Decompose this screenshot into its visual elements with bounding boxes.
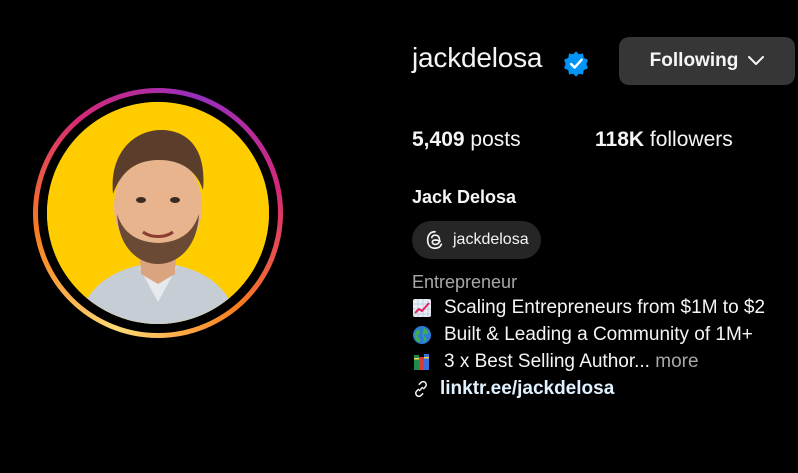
threads-link-pill[interactable]: jackdelosa	[412, 221, 541, 259]
story-ring-gap	[38, 93, 278, 333]
bio-line: Built & Leading a Community of 1M+	[412, 324, 753, 346]
followers-count: 118K	[595, 128, 645, 151]
bio-line: Scaling Entrepreneurs from $1M to $2	[412, 297, 765, 319]
avatar-photo	[47, 102, 269, 324]
username: jackdelosa	[412, 42, 543, 73]
posts-stat: 5,409 posts	[412, 128, 521, 152]
more-button[interactable]: more	[650, 351, 698, 372]
bio-line: 3 x Best Selling Author... more	[412, 351, 699, 373]
bio-line-text: 3 x Best Selling Author... more	[444, 351, 699, 373]
full-name: Jack Delosa	[412, 187, 517, 207]
external-link[interactable]: linktr.ee/jackdelosa	[412, 378, 614, 400]
following-button-label: Following	[649, 50, 739, 71]
chevron-down-icon	[748, 56, 765, 65]
followers-stat[interactable]: 118K followers	[595, 128, 733, 152]
posts-count: 5,409	[412, 128, 465, 151]
bio-line-text-main: 3 x Best Selling Author...	[444, 351, 650, 372]
posts-label: posts	[464, 128, 521, 151]
link-icon	[415, 380, 427, 398]
profile-category: Entrepreneur	[412, 272, 518, 292]
globe-emoji-icon	[413, 326, 431, 344]
story-ring[interactable]	[33, 88, 283, 338]
bio-line-text: Built & Leading a Community of 1M+	[444, 324, 753, 345]
avatar[interactable]	[47, 102, 269, 324]
books-emoji-icon	[414, 354, 429, 370]
followers-label: followers	[644, 128, 733, 151]
threads-handle: jackdelosa	[453, 231, 529, 248]
threads-icon	[426, 230, 443, 250]
external-link-text: linktr.ee/jackdelosa	[440, 378, 615, 399]
profile-page: jackdelosa Following 5,409 posts 118K fo…	[0, 0, 798, 473]
following-button[interactable]: Following	[619, 37, 795, 85]
chart-increasing-emoji-icon	[413, 299, 431, 317]
bio-line-text: Scaling Entrepreneurs from $1M to $2	[444, 297, 766, 318]
verified-badge-icon	[564, 51, 588, 77]
